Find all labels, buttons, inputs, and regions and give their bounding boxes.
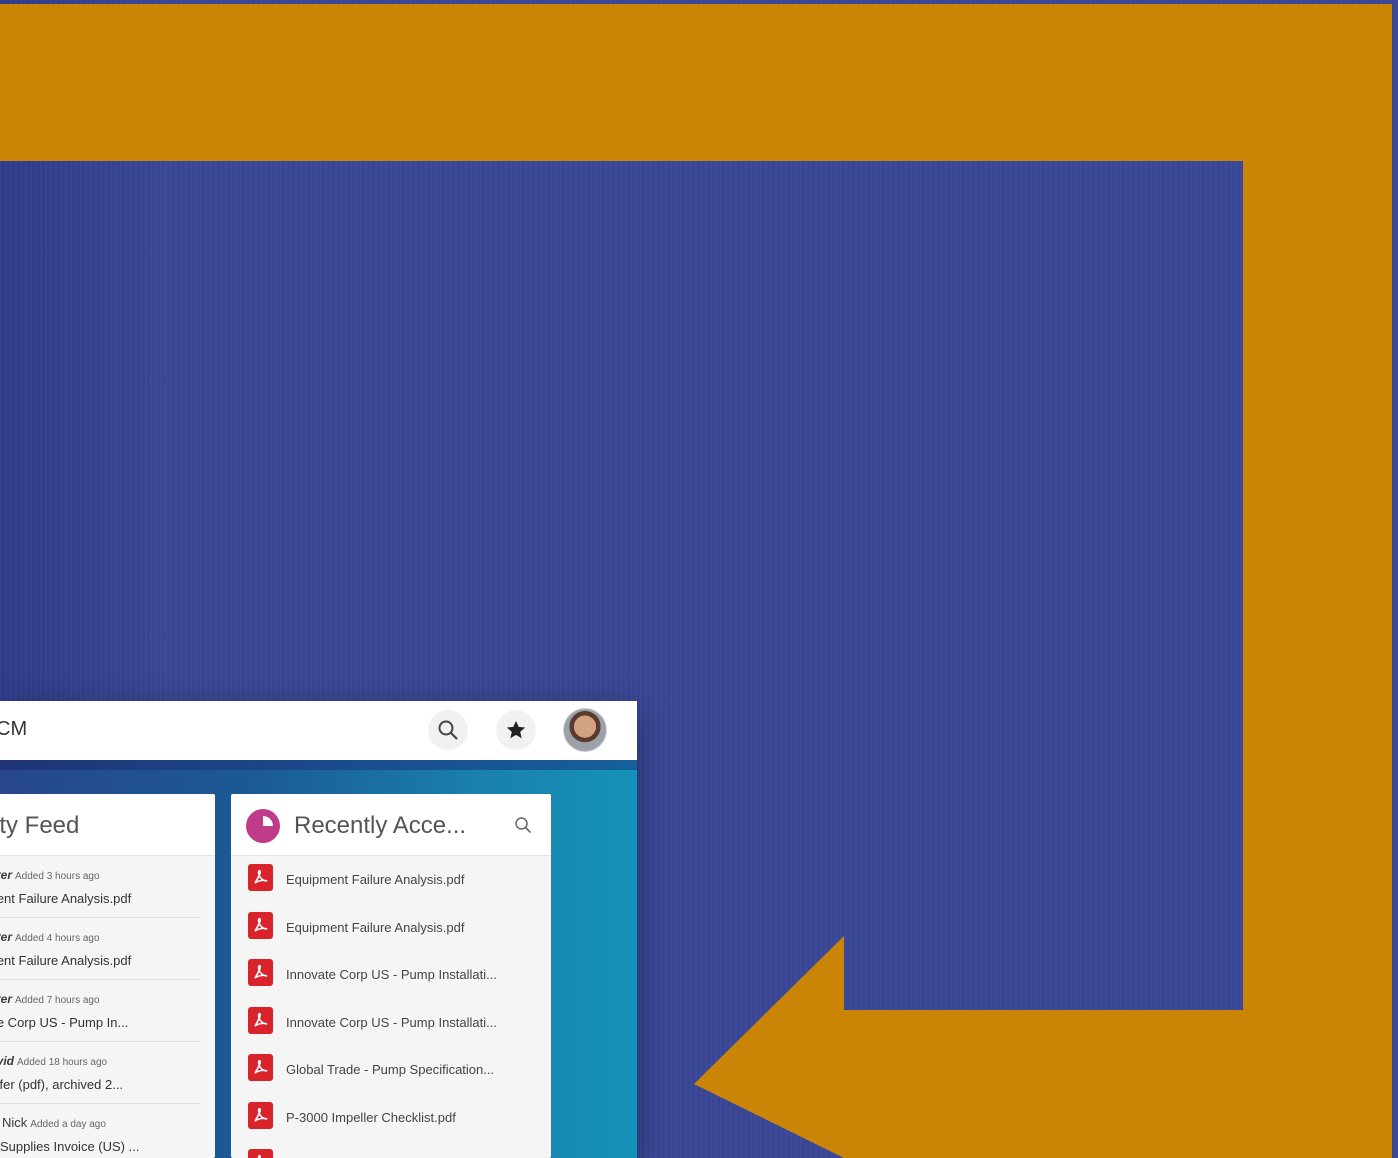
feed-user: eter bbox=[0, 868, 13, 882]
list-item[interactable]: P-3000 Impeller Checklist.pdf bbox=[231, 1094, 551, 1142]
list-item[interactable]: Equipment Failure Analysis.pdf bbox=[231, 856, 551, 904]
feed-header: Nick Added a day ago bbox=[2, 1115, 106, 1130]
feed-time: Added 4 hours ago bbox=[15, 933, 100, 944]
header-band bbox=[0, 760, 637, 770]
pdf-icon bbox=[248, 1149, 273, 1158]
file-name: Innovate Corp US - Pump Installati... bbox=[286, 1014, 497, 1030]
feed-time: Added 7 hours ago bbox=[15, 995, 100, 1006]
app-window: CM vity Feed eterAdded 3 hours ago ment … bbox=[0, 701, 637, 1158]
pdf-icon bbox=[248, 1101, 273, 1129]
list-item[interactable]: Equipment Failure Analysis.pdf bbox=[231, 904, 551, 952]
arrow-bottom-bar bbox=[843, 1010, 1392, 1158]
recently-accessed-list: Equipment Failure Analysis.pdf Equipment… bbox=[231, 856, 551, 1158]
arrow-head-icon bbox=[694, 936, 844, 1158]
app-title: CM bbox=[0, 718, 28, 740]
feed-detail: ate Corp US - Pump In... bbox=[0, 1015, 129, 1030]
file-name: Innovate Corp US - Pump Installati... bbox=[286, 967, 497, 982]
feed-detail: Supplies Invoice (US) ... bbox=[0, 1139, 140, 1154]
feed-user: avid bbox=[0, 1054, 15, 1068]
favorites-button[interactable] bbox=[496, 710, 536, 750]
arrow-right-bar bbox=[1243, 4, 1392, 1158]
feed-detail: ment Failure Analysis.pdf bbox=[0, 891, 132, 906]
clock-icon bbox=[246, 809, 280, 843]
feed-header: eterAdded 4 hours ago bbox=[0, 929, 100, 944]
recently-accessed-header: Recently Acce... bbox=[231, 794, 551, 856]
list-item[interactable]: Innovate Corp US - Pump Installati... bbox=[231, 951, 551, 999]
file-name: Equipment Failure Analysis.pdf bbox=[286, 919, 465, 935]
activity-feed-header: vity Feed bbox=[0, 794, 215, 856]
pdf-icon bbox=[248, 1054, 273, 1081]
activity-feed-panel: vity Feed eterAdded 3 hours ago ment Fai… bbox=[0, 794, 215, 1158]
file-name: P-3000 Impeller Checklist.pdf bbox=[286, 1109, 456, 1125]
feed-item[interactable]: Nick Added a day ago Supplies Invoice (US… bbox=[0, 1104, 201, 1158]
feed-time: Added a day ago bbox=[30, 1119, 106, 1130]
feed-item[interactable]: eterAdded 7 hours ago ate Corp US - Pump… bbox=[0, 980, 201, 1042]
feed-time: Added 3 hours ago bbox=[15, 871, 100, 882]
file-name: Global Trade - Pump Specification... bbox=[286, 1062, 495, 1077]
feed-user: eter bbox=[0, 992, 13, 1006]
feed-header: eterAdded 7 hours ago bbox=[0, 991, 100, 1006]
pdf-icon bbox=[248, 959, 273, 986]
list-item[interactable]: Innovate Corp US - Pump Installati... bbox=[231, 999, 551, 1047]
pdf-icon bbox=[248, 911, 273, 939]
feed-user: Nick bbox=[2, 1115, 28, 1130]
feed-item[interactable]: eterAdded 4 hours ago ment Failure Analy… bbox=[0, 918, 201, 980]
activity-feed-list: eterAdded 3 hours ago ment Failure Analy… bbox=[0, 856, 215, 1158]
feed-time: Added 18 hours ago bbox=[17, 1057, 108, 1068]
feed-item[interactable]: avidAdded 18 hours ago Offer (pdf), arch… bbox=[0, 1042, 201, 1104]
feed-user: eter bbox=[0, 930, 13, 944]
clock-hands-icon bbox=[263, 816, 273, 826]
pdf-icon bbox=[248, 1006, 273, 1034]
pdf-icon bbox=[248, 864, 273, 891]
feed-item[interactable]: eterAdded 3 hours ago ment Failure Analy… bbox=[0, 856, 201, 918]
activity-feed-title: vity Feed bbox=[0, 812, 80, 839]
file-name: Equipment Failure Analysis.pdf bbox=[286, 872, 465, 887]
user-avatar[interactable] bbox=[563, 708, 607, 752]
feed-header: avidAdded 18 hours ago bbox=[0, 1053, 107, 1068]
feed-detail: Offer (pdf), archived 2... bbox=[0, 1077, 124, 1092]
search-icon bbox=[438, 720, 458, 740]
feed-header: eterAdded 3 hours ago bbox=[0, 867, 100, 882]
feed-detail: ment Failure Analysis.pdf bbox=[0, 953, 132, 968]
list-item[interactable] bbox=[231, 1141, 551, 1158]
search-button[interactable] bbox=[428, 710, 468, 750]
recently-accessed-title: Recently Acce... bbox=[294, 812, 467, 839]
recently-accessed-panel: Recently Acce... Equipment Failure Analy… bbox=[231, 794, 551, 1158]
arrow-top-bar bbox=[0, 4, 1392, 161]
top-bar: CM bbox=[0, 701, 637, 761]
panel-search-icon[interactable] bbox=[514, 816, 532, 834]
list-item[interactable]: Global Trade - Pump Specification... bbox=[231, 1046, 551, 1094]
star-icon bbox=[506, 720, 526, 739]
